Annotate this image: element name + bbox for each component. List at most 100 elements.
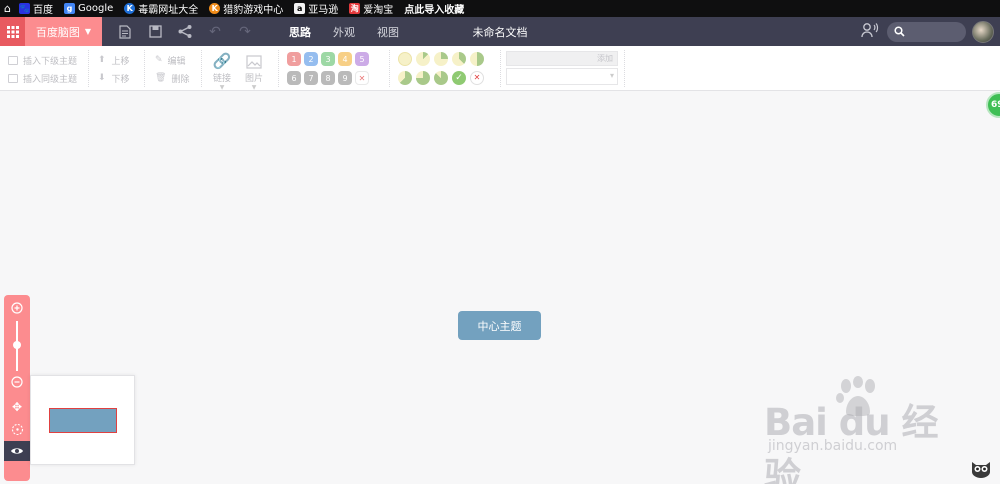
undo-button[interactable]: ↶ <box>200 17 230 46</box>
tab-view[interactable]: 视图 <box>366 17 410 46</box>
image-icon <box>241 51 267 71</box>
hand-move-button[interactable]: ✥ <box>4 397 30 417</box>
trash-icon: 🗑 <box>155 73 167 83</box>
insert-sibling-icon <box>8 73 18 83</box>
progress-7-button[interactable] <box>434 71 448 85</box>
progress-3-button[interactable] <box>452 52 466 66</box>
move-down-button[interactable]: ⬇ 下移 <box>98 69 130 87</box>
priority-9-button[interactable]: 9 <box>338 71 352 85</box>
liebao-icon: K <box>209 3 221 14</box>
link-button[interactable]: 🔗 链接 ▼ <box>209 51 235 91</box>
side-float-badge[interactable]: 69 <box>986 92 1000 118</box>
link-icon: 🔗 <box>212 52 232 70</box>
delete-button[interactable]: 🗑 删除 <box>155 69 189 87</box>
search-icon <box>894 26 905 37</box>
save-icon <box>148 25 162 38</box>
google-icon: g <box>63 3 75 14</box>
share-icon <box>178 25 192 38</box>
move-up-button[interactable]: ⬆ 上移 <box>98 51 130 69</box>
progress-0-button[interactable] <box>398 52 412 66</box>
resource-add-button[interactable]: 添加 <box>506 51 618 66</box>
caret-down-icon: ▼ <box>219 84 225 91</box>
navigator-toggle-button[interactable] <box>4 441 30 461</box>
taobao-icon: 淘 <box>349 3 361 14</box>
home-button[interactable]: ⌂ <box>4 2 11 15</box>
insert-sibling-button[interactable]: 插入同级主题 <box>8 69 77 87</box>
target-icon <box>11 423 23 435</box>
tab-idea[interactable]: 思路 <box>278 17 322 46</box>
edit-button[interactable]: ✎ 编辑 <box>155 51 189 69</box>
baidu-jingyan-watermark: Bai du 经验 jingyan.baidu.com <box>764 376 950 484</box>
new-document-button[interactable] <box>110 17 140 46</box>
priority-8-button[interactable]: 8 <box>321 71 335 85</box>
navigator-minimap[interactable] <box>30 375 135 465</box>
tab-appearance[interactable]: 外观 <box>322 17 366 46</box>
zoom-out-button[interactable] <box>4 372 30 392</box>
bookmark-liebao[interactable]: K 猎豹游戏中心 <box>209 1 283 16</box>
clear-priority-button[interactable]: ✕ <box>355 71 369 85</box>
search-box[interactable] <box>887 21 966 42</box>
close-icon: ✕ <box>473 73 481 82</box>
avatar[interactable] <box>972 20 994 43</box>
owl-icon[interactable] <box>970 460 992 478</box>
locate-root-button[interactable] <box>4 419 30 439</box>
paw-icon <box>836 376 875 416</box>
insert-child-button[interactable]: 插入下级主题 <box>8 51 77 69</box>
central-topic-node[interactable]: 中心主题 <box>458 311 541 340</box>
zoom-slider-handle[interactable] <box>13 341 21 349</box>
progress-6-button[interactable] <box>416 71 430 85</box>
move-icon: ✥ <box>11 400 23 414</box>
priority-7-button[interactable]: 7 <box>304 71 318 85</box>
duba-icon: K <box>124 3 136 14</box>
resource-select[interactable] <box>506 68 618 85</box>
voice-button[interactable] <box>861 22 879 42</box>
bookmark-amazon[interactable]: a 亚马逊 <box>294 1 338 16</box>
baidu-icon: 🐾 <box>18 3 30 14</box>
caret-down-icon: ▼ <box>84 27 92 36</box>
bookmark-import[interactable]: 点此导入收藏 <box>404 1 464 16</box>
divider <box>500 50 501 87</box>
voice-icon <box>861 22 879 37</box>
navigator-viewport[interactable] <box>49 408 117 433</box>
divider <box>278 50 279 87</box>
progress-done-button[interactable]: ✓ <box>452 71 466 85</box>
undo-icon: ↶ <box>209 23 221 40</box>
app-toolbar: 百度脑图 ▼ ↶ ↷ 思路 外观 视图 未命名文档 <box>0 17 1000 46</box>
zoom-in-icon <box>11 302 23 314</box>
zoom-control-bar: ✥ <box>4 295 30 481</box>
priority-4-button[interactable]: 4 <box>338 52 352 66</box>
divider <box>88 50 89 87</box>
progress-4-button[interactable] <box>470 52 484 66</box>
progress-5-button[interactable] <box>398 71 412 85</box>
zoom-in-button[interactable] <box>4 298 30 318</box>
bookmark-google[interactable]: g Google <box>63 3 113 14</box>
apps-grid-button[interactable] <box>0 17 25 46</box>
priority-2-button[interactable]: 2 <box>304 52 318 66</box>
priority-6-button[interactable]: 6 <box>287 71 301 85</box>
bookmarks-bar: ⌂ 🐾 百度 g Google K 毒霸网址大全 K 猎豹游戏中心 a 亚马逊 … <box>0 0 1000 17</box>
redo-button[interactable]: ↷ <box>230 17 260 46</box>
bookmark-taobao[interactable]: 淘 爱淘宝 <box>349 1 393 16</box>
arrow-up-icon: ⬆ <box>98 55 106 65</box>
image-button[interactable]: 图片 ▼ <box>241 51 267 91</box>
divider <box>389 50 390 87</box>
share-button[interactable] <box>170 17 200 46</box>
progress-2-button[interactable] <box>434 52 448 66</box>
bookmark-duba[interactable]: K 毒霸网址大全 <box>124 1 198 16</box>
brand-menu-button[interactable]: 百度脑图 ▼ <box>25 17 102 46</box>
bookmark-baidu[interactable]: 🐾 百度 <box>18 1 53 16</box>
redo-icon: ↷ <box>239 23 251 40</box>
priority-1-button[interactable]: 1 <box>287 52 301 66</box>
insert-child-icon <box>8 55 18 65</box>
close-icon: ✕ <box>358 73 366 83</box>
edit-icon: ✎ <box>155 55 163 65</box>
priority-3-button[interactable]: 3 <box>321 52 335 66</box>
priority-5-button[interactable]: 5 <box>355 52 369 66</box>
divider <box>624 50 625 87</box>
divider <box>201 50 202 87</box>
save-button[interactable] <box>140 17 170 46</box>
check-icon: ✓ <box>455 73 463 83</box>
amazon-icon: a <box>294 3 306 14</box>
progress-1-button[interactable] <box>416 52 430 66</box>
clear-progress-button[interactable]: ✕ <box>470 71 484 85</box>
